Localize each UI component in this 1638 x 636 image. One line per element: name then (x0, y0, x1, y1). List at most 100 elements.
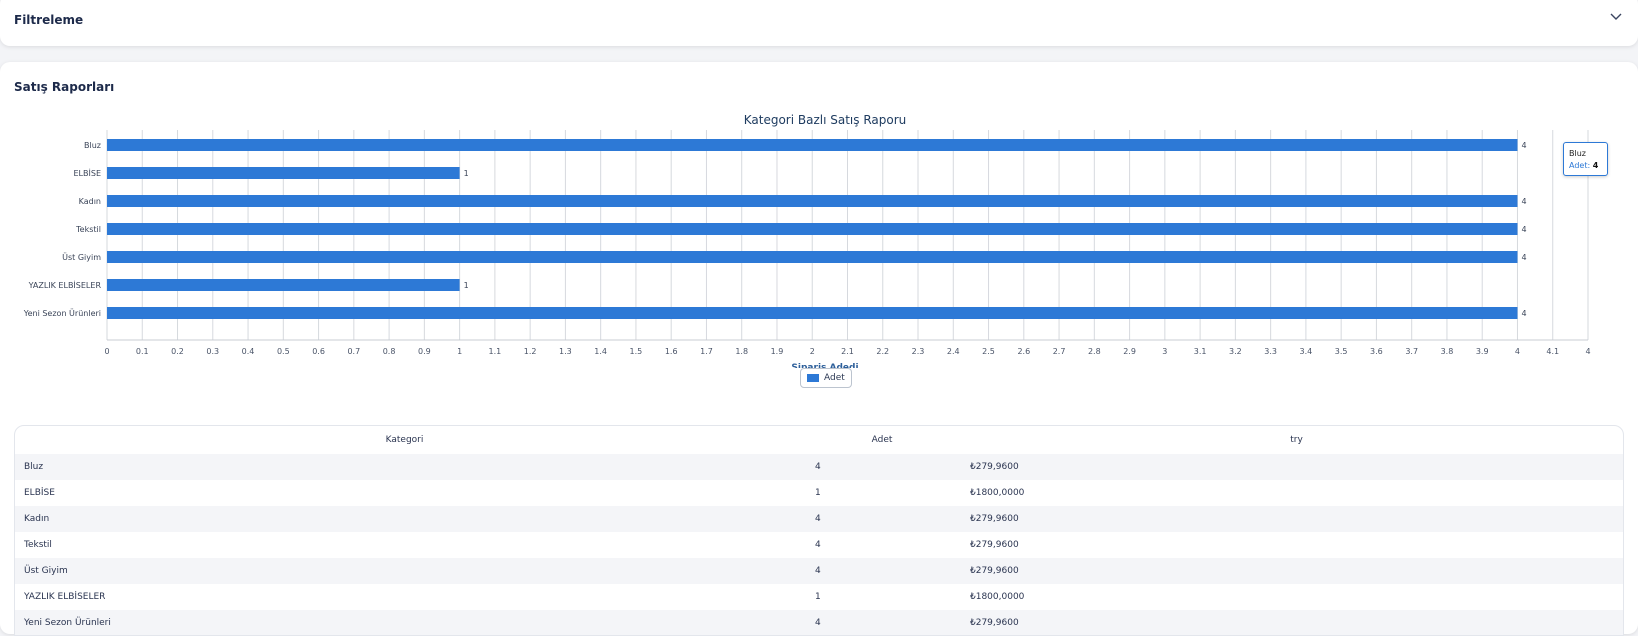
x-tick-label: 2.5 (982, 347, 995, 356)
y-tick-label: Bluz (84, 141, 101, 150)
x-tick-label: 3.3 (1264, 347, 1277, 356)
x-tick-label: 0.9 (418, 347, 431, 356)
y-tick-label: YAZLIK ELBİSELER (28, 280, 102, 290)
x-tick-label: 0.4 (242, 347, 255, 356)
tooltip-key: Adet: (1569, 161, 1591, 170)
table-row: Bluz 4 ₺279,9600 (15, 454, 1623, 480)
y-tick-label: Üst Giyim (62, 252, 101, 262)
x-tick-label: 2 (810, 347, 815, 356)
x-tick-label: 0.1 (136, 347, 149, 356)
chart-tooltip: Bluz Adet: 4 (1563, 142, 1608, 176)
x-tick-label: 0.8 (383, 347, 396, 356)
bar (107, 223, 1518, 235)
y-tick-label: Kadın (79, 197, 101, 206)
x-tick-label: 1 (457, 347, 462, 356)
chart-title: Kategori Bazlı Satış Raporu (744, 113, 907, 127)
data-label: 4 (1521, 253, 1526, 262)
cell-kategori: Tekstil (24, 540, 52, 550)
tooltip-title: Bluz (1569, 149, 1586, 158)
cell-adet: 4 (815, 462, 821, 472)
x-tick-label: 0.3 (206, 347, 219, 356)
x-tick-label: 2.7 (1053, 347, 1066, 356)
legend-swatch (807, 374, 819, 382)
filter-panel[interactable]: Filtreleme (0, 0, 1638, 46)
y-tick-label: ELBİSE (74, 168, 102, 178)
table-row: Yeni Sezon Ürünleri 4 ₺279,9600 (15, 610, 1623, 635)
chart-legend[interactable]: Adet (800, 368, 852, 388)
x-tick-label: 3.1 (1194, 347, 1207, 356)
data-label: 4 (1521, 225, 1526, 234)
data-label: 4 (1521, 309, 1526, 318)
y-tick-label: Yeni Sezon Ürünleri (23, 308, 101, 318)
cell-adet: 4 (815, 514, 821, 524)
table-row: Tekstil 4 ₺279,9600 (15, 532, 1623, 558)
header-adet[interactable]: Adet (794, 426, 970, 454)
x-tick-label: 1.4 (594, 347, 607, 356)
chevron-down-icon[interactable] (1608, 8, 1624, 24)
header-kategori[interactable]: Kategori (15, 426, 794, 454)
bar (107, 139, 1518, 151)
x-tick-label: 3.8 (1441, 347, 1454, 356)
header-try[interactable]: try (970, 426, 1623, 454)
sales-report-panel: Satış Raporları Kategori Bazlı Satış Rap… (0, 62, 1638, 636)
cell-adet: 1 (815, 592, 821, 602)
bar (107, 195, 1518, 207)
x-tick-label: 2.6 (1017, 347, 1030, 356)
cell-adet: 4 (815, 540, 821, 550)
cell-kategori: YAZLIK ELBİSELER (24, 592, 106, 602)
x-tick-label: 4 (1585, 347, 1590, 356)
cell-adet: 1 (815, 488, 821, 498)
x-tick-label: 3.6 (1370, 347, 1383, 356)
filter-title: Filtreleme (14, 13, 84, 27)
x-tick-label: 3.2 (1229, 347, 1242, 356)
data-label: 4 (1521, 197, 1526, 206)
x-tick-label: 0.7 (347, 347, 360, 356)
data-label: 1 (464, 169, 469, 178)
cell-try: ₺279,9600 (970, 462, 1019, 472)
x-tick-label: 0.6 (312, 347, 325, 356)
cell-try: ₺1800,0000 (970, 592, 1025, 602)
table-row: YAZLIK ELBİSELER 1 ₺1800,0000 (15, 584, 1623, 610)
tooltip-value: 4 (1592, 161, 1599, 170)
cell-kategori: Yeni Sezon Ürünleri (24, 618, 111, 628)
cell-adet: 4 (815, 618, 821, 628)
table-header-row: Kategori Adet try (15, 426, 1623, 454)
cell-kategori: Kadın (24, 514, 50, 524)
x-tick-label: 1.3 (559, 347, 572, 356)
cell-kategori: ELBİSE (24, 488, 55, 498)
cell-try: ₺279,9600 (970, 514, 1019, 524)
x-tick-label: 0 (104, 347, 109, 356)
cell-kategori: Üst Giyim (24, 566, 68, 576)
bar (107, 167, 460, 179)
report-title: Satış Raporları (14, 80, 115, 94)
table-row: ELBİSE 1 ₺1800,0000 (15, 480, 1623, 506)
cell-adet: 4 (815, 566, 821, 576)
data-label: 1 (464, 281, 469, 290)
x-tick-label: 2.4 (947, 347, 960, 356)
x-tick-label: 1.5 (630, 347, 643, 356)
cell-try: ₺279,9600 (970, 566, 1019, 576)
table-row: Kadın 4 ₺279,9600 (15, 506, 1623, 532)
bar (107, 279, 460, 291)
x-tick-label: 3 (1162, 347, 1167, 356)
x-tick-label: 3.4 (1300, 347, 1313, 356)
data-label: 4 (1521, 141, 1526, 150)
x-tick-label: 1.1 (489, 347, 502, 356)
x-tick-label: 3.5 (1335, 347, 1348, 356)
legend-label: Adet (824, 373, 845, 383)
x-tick-label: 1.7 (700, 347, 713, 356)
cell-try: ₺279,9600 (970, 540, 1019, 550)
x-tick-label: 1.9 (771, 347, 784, 356)
x-tick-label: 1.6 (665, 347, 678, 356)
x-tick-label: 2.2 (876, 347, 889, 356)
x-tick-label: 1.8 (735, 347, 748, 356)
bar (107, 307, 1518, 319)
x-tick-label: 2.1 (841, 347, 854, 356)
x-tick-label: 2.9 (1123, 347, 1136, 356)
x-tick-label: 3.9 (1476, 347, 1489, 356)
x-tick-label: 3.7 (1405, 347, 1418, 356)
x-tick-label: 1.2 (524, 347, 537, 356)
sales-table: Kategori Adet try Bluz 4 ₺279,9600 ELBİS… (14, 425, 1624, 636)
y-tick-label: Tekstil (75, 225, 101, 234)
x-tick-label: 0.5 (277, 347, 290, 356)
